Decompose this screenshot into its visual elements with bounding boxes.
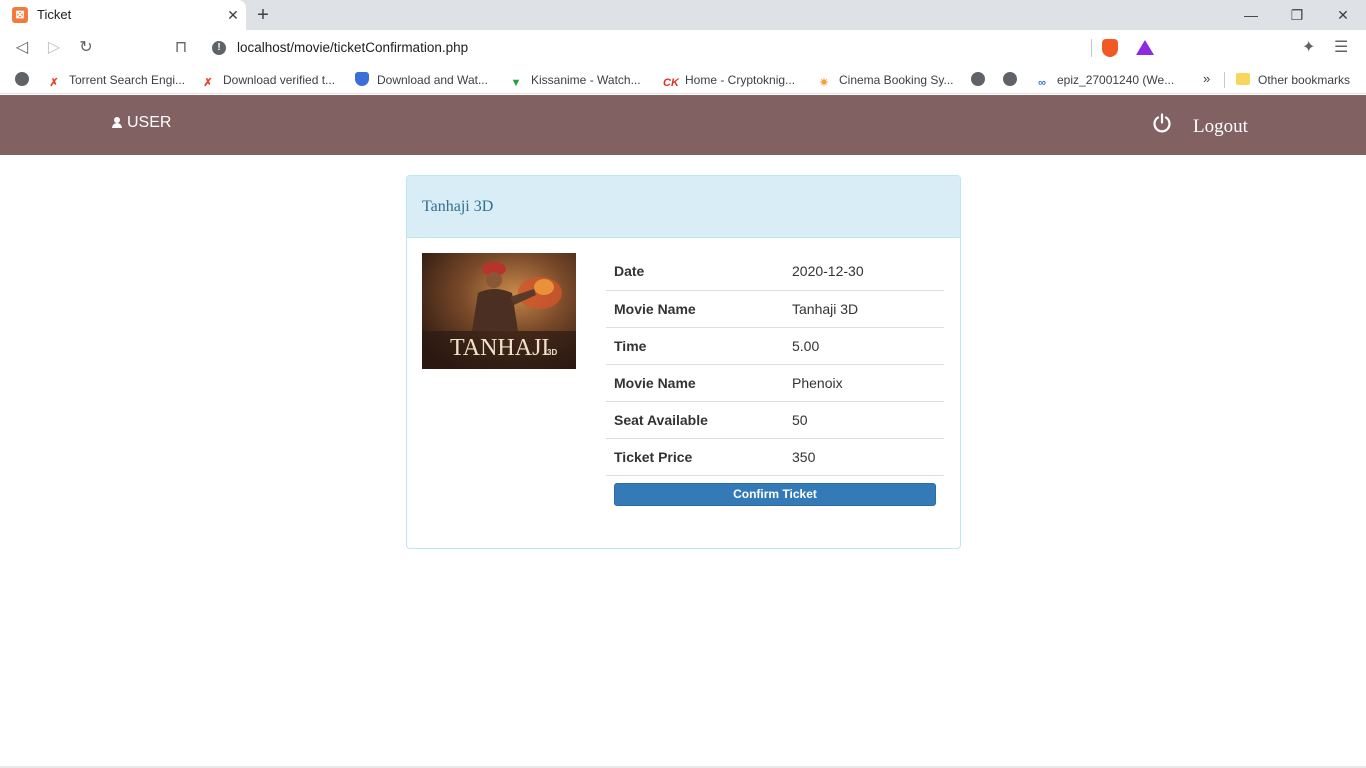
bookmark-item[interactable]: Download and Wat... — [355, 71, 488, 89]
divider — [1091, 39, 1092, 57]
x-icon: ✗ — [203, 77, 213, 89]
power-icon[interactable] — [1152, 113, 1172, 133]
browser-tab[interactable]: ⊠ Ticket ✕ — [0, 0, 246, 30]
xampp-icon: ⊠ — [12, 7, 28, 23]
row-label: Movie Name — [606, 290, 784, 328]
restore-button[interactable]: ❐ — [1274, 0, 1320, 30]
address-bar[interactable]: ! localhost/movie/ticketConfirmation.php — [204, 34, 1162, 62]
row-value: 50 — [784, 401, 944, 439]
row-label: Movie Name — [606, 364, 784, 402]
table-row: Seat Available 50 — [606, 401, 944, 439]
bookmark-icon[interactable]: ⊓ — [170, 37, 192, 59]
bookmark-item[interactable]: CK Home - Cryptoknig... — [663, 71, 795, 89]
close-tab-icon[interactable]: ✕ — [224, 6, 242, 24]
table-row: Movie Name Phenoix — [606, 364, 944, 402]
ticket-details-table: Date 2020-12-30 Movie Name Tanhaji 3D Ti… — [606, 253, 944, 476]
row-label: Date — [606, 253, 784, 291]
poster-3d: 3D — [547, 348, 557, 357]
globe-icon[interactable] — [15, 71, 29, 89]
movie-poster: TANHAJI 3D — [422, 253, 576, 369]
more-bookmarks-icon[interactable]: » — [1203, 71, 1210, 86]
row-label: Ticket Price — [606, 438, 784, 476]
browser-tab-strip: ⊠ Ticket ✕ + — ❐ ✕ — [0, 0, 1366, 30]
menu-icon[interactable]: ☰ — [1334, 37, 1348, 57]
new-tab-button[interactable]: + — [252, 3, 274, 27]
table-row: Time 5.00 — [606, 327, 944, 365]
brave-shields-icon[interactable] — [1102, 39, 1118, 57]
cinema-icon: ✷ — [819, 77, 829, 89]
row-value: 5.00 — [784, 327, 944, 365]
browser-toolbar: ◁ ▷ ↻ ⊓ ! localhost/movie/ticketConfirma… — [0, 30, 1366, 66]
bookmarks-bar: ✗ Torrent Search Engi... ✗ Download verifi… — [0, 66, 1366, 94]
back-icon[interactable]: ◁ — [11, 37, 33, 59]
row-label: Seat Available — [606, 401, 784, 439]
bookmark-item[interactable]: ✗ Download verified t... — [201, 71, 335, 89]
bookmark-item[interactable]: ▼ Kissanime - Watch... — [509, 71, 641, 89]
row-value: 350 — [784, 438, 944, 476]
tab-title: Ticket — [37, 7, 72, 22]
user-label: USER — [127, 114, 172, 131]
reload-icon[interactable]: ↻ — [75, 37, 97, 59]
user-icon — [112, 117, 122, 128]
divider — [1224, 72, 1225, 88]
globe-icon[interactable] — [971, 71, 985, 89]
ticket-panel: Tanhaji 3D TANHAJI 3D Date 2020-12-30 Mo… — [406, 175, 961, 549]
row-value: 2020-12-30 — [784, 253, 944, 291]
user-link[interactable]: USER — [112, 114, 171, 132]
brave-rewards-icon[interactable] — [1136, 40, 1154, 55]
row-value: Phenoix — [784, 364, 944, 402]
bookmark-item[interactable]: ✗ Torrent Search Engi... — [47, 71, 185, 89]
panel-heading: Tanhaji 3D — [407, 176, 960, 238]
globe-icon[interactable] — [1003, 71, 1017, 89]
site-navbar: USER Logout — [0, 95, 1366, 155]
ck-icon: CK — [663, 77, 679, 89]
shield-icon — [355, 72, 369, 86]
info-icon[interactable]: ! — [212, 41, 226, 55]
row-label: Time — [606, 327, 784, 365]
forward-icon[interactable]: ▷ — [43, 37, 65, 59]
url-text[interactable]: localhost/movie/ticketConfirmation.php — [237, 40, 468, 55]
extensions-icon[interactable]: ✦ — [1302, 37, 1315, 57]
x-icon: ✗ — [49, 77, 59, 89]
row-value: Tanhaji 3D — [784, 290, 944, 328]
minimize-button[interactable]: — — [1228, 0, 1274, 30]
table-row: Movie Name Tanhaji 3D — [606, 290, 944, 328]
other-bookmarks[interactable]: Other bookmarks — [1236, 71, 1350, 89]
bookmark-item[interactable]: ✷ Cinema Booking Sy... — [817, 71, 953, 89]
kissanime-icon: ▼ — [510, 77, 522, 89]
poster-title: TANHAJI — [450, 335, 549, 361]
infinity-icon: ∞ — [1038, 77, 1046, 89]
bookmark-item[interactable]: ∞ epiz_27001240 (We... — [1035, 71, 1174, 89]
close-window-button[interactable]: ✕ — [1320, 0, 1366, 30]
movie-title: Tanhaji 3D — [422, 198, 494, 215]
table-row: Ticket Price 350 — [606, 438, 944, 476]
confirm-ticket-button[interactable]: Confirm Ticket — [614, 483, 936, 506]
folder-icon — [1236, 73, 1250, 85]
table-row: Date 2020-12-30 — [606, 253, 944, 291]
logout-link[interactable]: Logout — [1193, 116, 1248, 138]
